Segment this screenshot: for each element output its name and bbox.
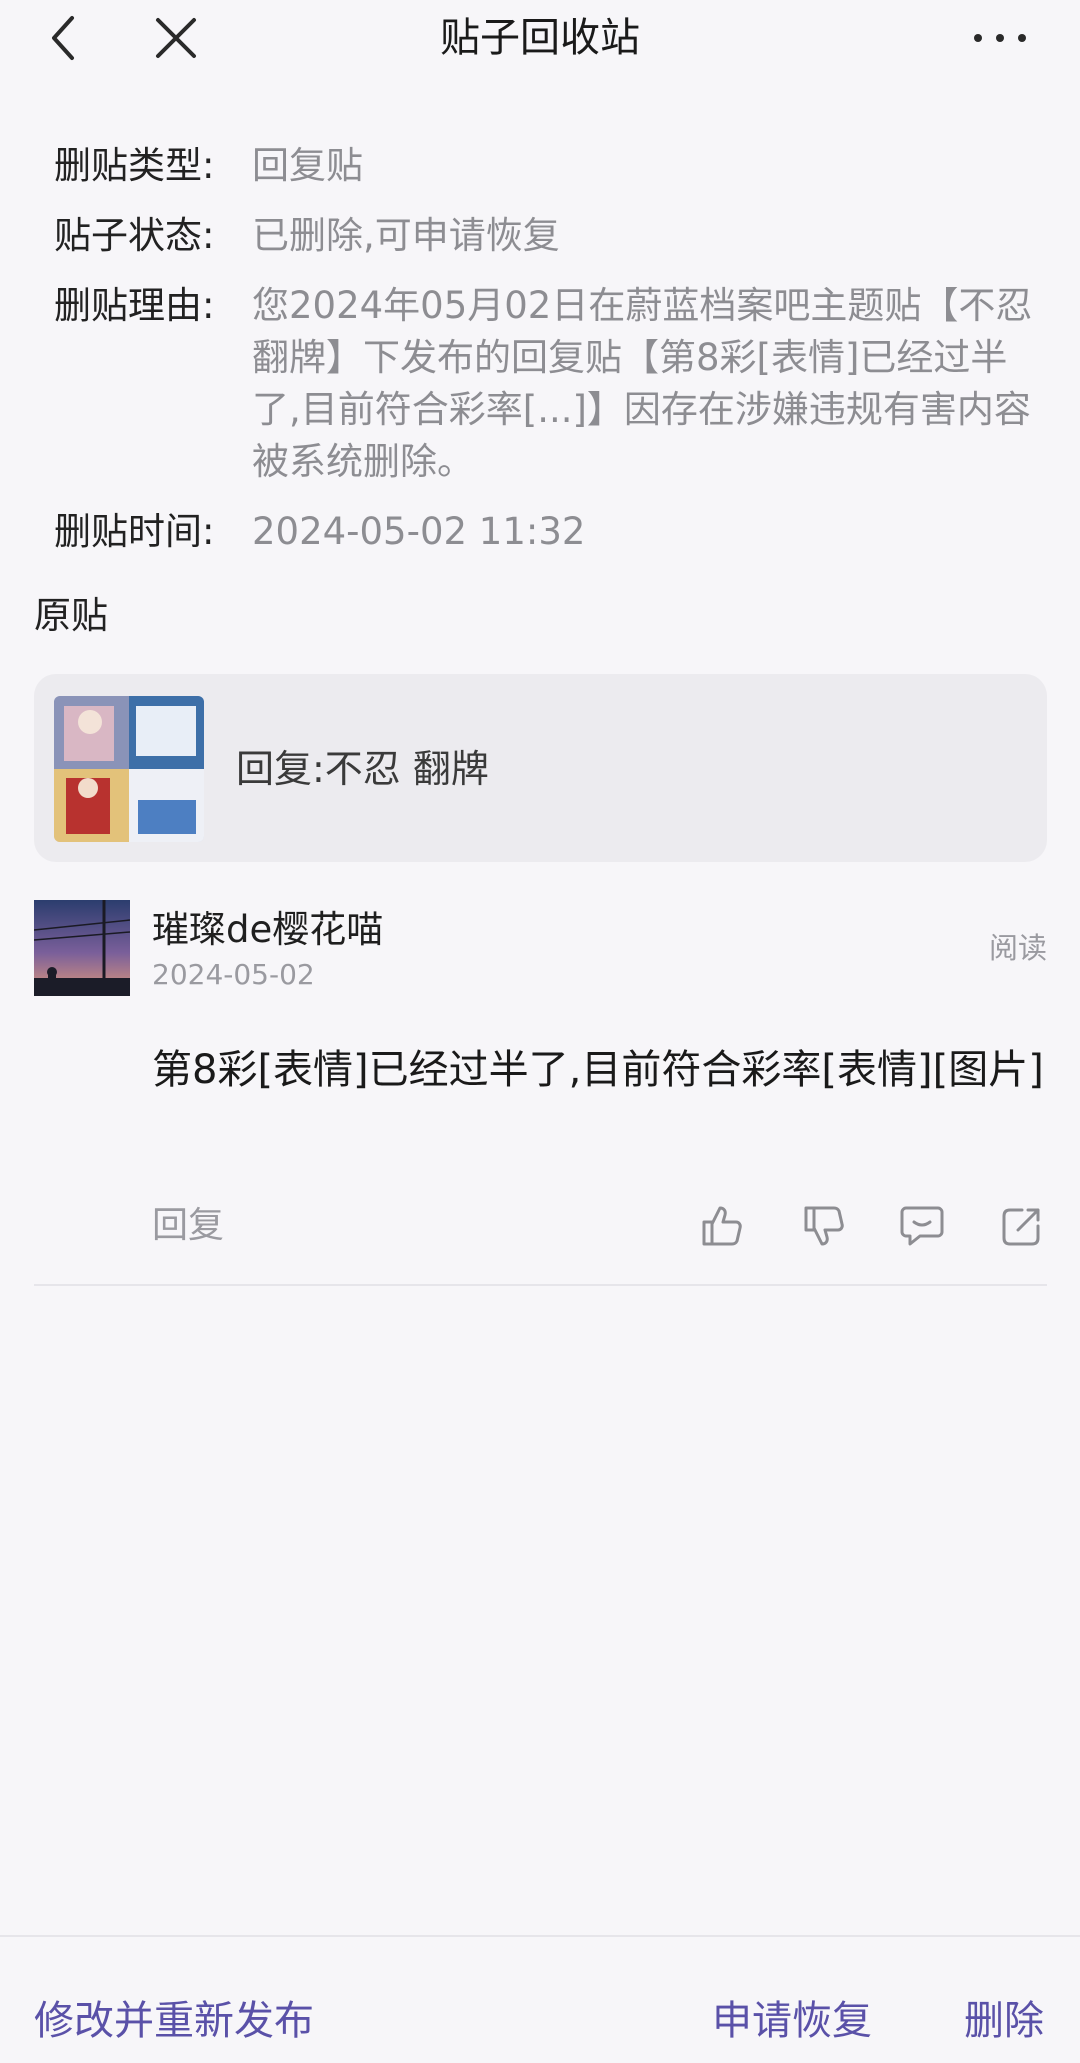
reply-date: 2024-05-02 <box>152 958 315 991</box>
reason-value: 您2024年05月02日在蔚蓝档案吧主题贴【不忍 翻牌】下发布的回复贴【第8彩[… <box>252 284 1033 483</box>
time-row: 删贴时间: 2024-05-02 11:32 <box>54 506 1054 558</box>
username[interactable]: 璀璨de樱花喵 <box>152 906 383 954</box>
republish-button[interactable]: 修改并重新发布 <box>34 1993 314 2049</box>
thumbs-up-icon[interactable] <box>698 1202 746 1250</box>
original-post-title: 回复:不忍 翻牌 <box>236 747 489 791</box>
page-title: 贴子回收站 <box>440 15 640 61</box>
reason-row: 删贴理由: 您2024年05月02日在蔚蓝档案吧主题贴【不忍 翻牌】下发布的回复… <box>54 280 1054 488</box>
reply-button[interactable]: 回复 <box>152 1202 224 1250</box>
share-icon[interactable] <box>998 1202 1046 1250</box>
original-section-title: 原贴 <box>34 594 108 637</box>
type-label: 删贴类型: <box>54 144 215 187</box>
type-value: 回复贴 <box>252 144 363 187</box>
original-post-card[interactable]: 回复:不忍 翻牌 <box>34 674 1047 862</box>
status-row: 贴子状态: 已删除,可申请恢复 <box>54 210 1054 262</box>
read-button[interactable]: 阅读 <box>989 928 1047 968</box>
status-value: 已删除,可申请恢复 <box>252 214 560 257</box>
top-bar: 贴子回收站 <box>0 0 1080 76</box>
time-label: 删贴时间: <box>54 510 215 553</box>
avatar[interactable] <box>34 900 130 996</box>
reason-label: 删贴理由: <box>54 284 215 327</box>
original-post-thumbnail <box>54 696 204 842</box>
time-value: 2024-05-02 11:32 <box>252 510 586 553</box>
delete-button[interactable]: 删除 <box>964 1993 1044 2049</box>
reply-content: 第8彩[表情]已经过半了,目前符合彩率[表情][图片] <box>152 1047 1044 1093</box>
thumbs-down-icon[interactable] <box>800 1202 848 1250</box>
more-icon[interactable] <box>968 22 1032 54</box>
bottom-action-bar: 修改并重新发布 申请恢复 删除 <box>0 1935 1080 2063</box>
type-row: 删贴类型: 回复贴 <box>54 140 1054 192</box>
status-label: 贴子状态: <box>54 214 215 257</box>
divider <box>34 1284 1047 1286</box>
restore-button[interactable]: 申请恢复 <box>712 1993 872 2049</box>
delete-info: 删贴类型: 回复贴 贴子状态: 已删除,可申请恢复 删贴理由: 您2024年05… <box>54 140 1054 576</box>
comment-icon[interactable] <box>898 1202 946 1250</box>
